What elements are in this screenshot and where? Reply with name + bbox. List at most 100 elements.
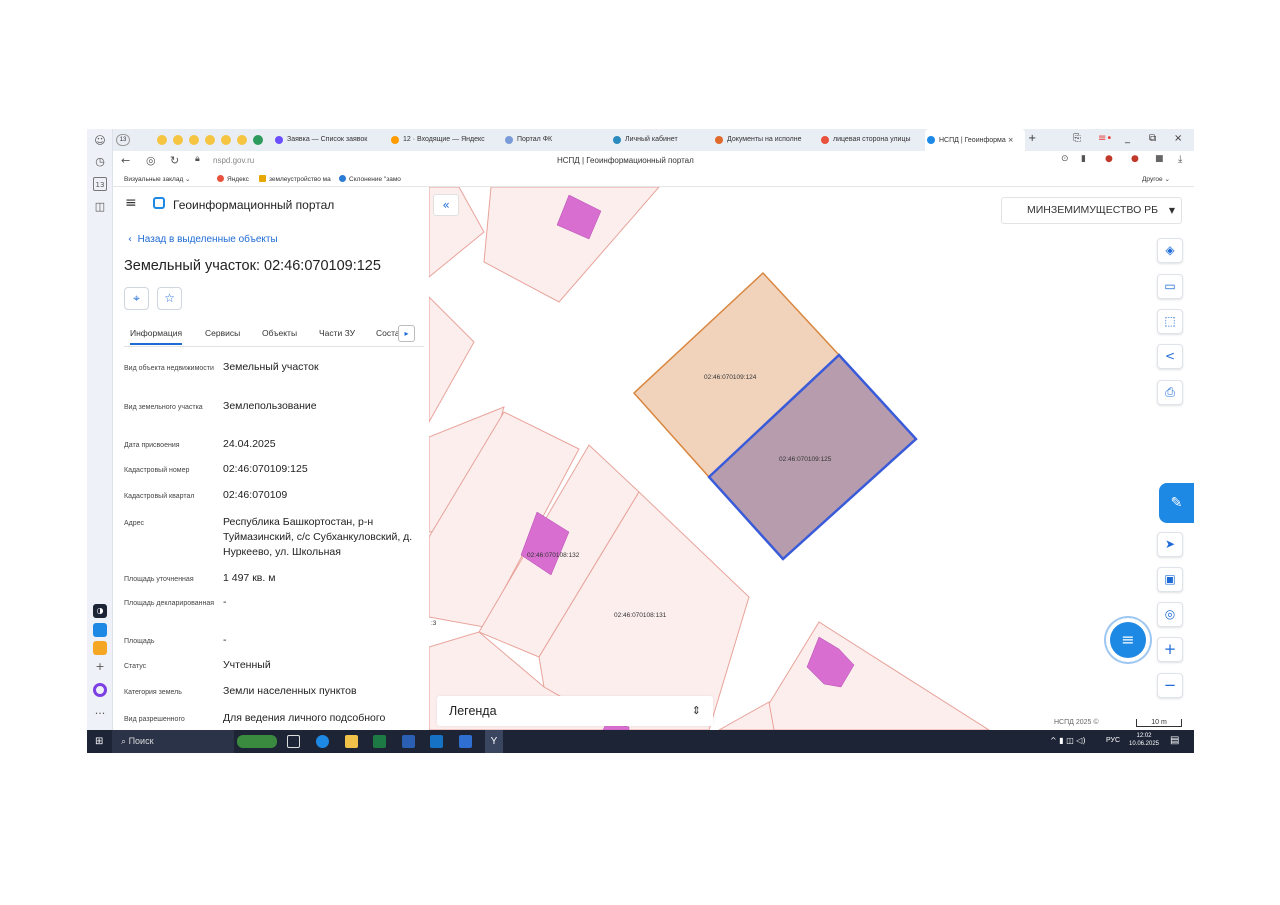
pinned-tab-icon[interactable] [157,135,167,145]
app-icon-2[interactable] [93,623,107,637]
prop-value: - [223,596,227,608]
screen: ☺ ◷ 13 ◫ ◑ + ··· 13 Заявка — Список заяв… [87,129,1194,753]
edge-icon[interactable] [316,735,329,748]
explorer-icon[interactable] [345,735,358,748]
select-area-icon[interactable]: ⬚ [1157,309,1183,334]
parcel-background[interactable] [758,621,990,730]
tab-1[interactable]: Заявка — Список заявок [273,129,383,151]
keyboard-language[interactable]: РУС [1106,737,1120,744]
tray-icons[interactable]: ^ ▮ ◫ ◁) [1050,736,1086,745]
tab-services[interactable]: Сервисы [205,328,240,338]
bookmark-item[interactable]: Яндекс [217,175,249,183]
translate-icon[interactable]: ⊙ [1061,154,1069,164]
favorite-star-button[interactable]: ☆ [157,287,182,310]
alice-icon[interactable]: ☺ [93,134,107,148]
outlook-icon[interactable] [430,735,443,748]
tab-2[interactable]: 12 · Входящие — Яндекс [389,129,489,151]
taskbar-search[interactable]: ⌕ Поиск [112,730,234,753]
app-icon[interactable] [459,735,472,748]
navigate-icon[interactable]: ➤ [1157,532,1183,557]
chat-assistant-icon[interactable]: ≡ [1110,622,1146,658]
add-icon[interactable]: + [93,660,107,674]
parcel-label-124: 02:46:070109:124 [704,374,757,381]
geolocation-icon[interactable]: ◎ [1157,602,1183,627]
calendar-icon[interactable]: 13 [93,177,107,191]
back-link[interactable]: ‹ Назад в выделенные объекты [128,234,278,245]
zoom-in-icon[interactable]: + [1157,637,1183,662]
alice-round-icon[interactable] [93,683,107,697]
bookmark-icon[interactable]: ▮ [1081,154,1086,164]
prop-value: 1 497 кв. м [223,572,276,584]
portal-title[interactable]: Геоинформационный портал [173,198,334,212]
minimap-icon[interactable]: ▣ [1157,567,1183,592]
url-field[interactable]: nspd.gov.ru [213,156,254,165]
shield-icon[interactable]: ◎ [146,154,156,167]
zoom-out-icon[interactable]: − [1157,673,1183,698]
pinned-tab-icon[interactable] [221,135,231,145]
taskbar-clock[interactable]: 12:02 10.06.2025 [1124,732,1164,748]
layers-icon[interactable]: ◈ [1157,238,1183,263]
collapse-panel-icon[interactable]: « [433,194,459,216]
bookmark-item[interactable]: Визуальные заклад ⌄ [124,175,191,183]
panel-icon[interactable]: ◫ [93,200,107,214]
tab-4[interactable]: Личный кабинет [611,129,711,151]
tab-6[interactable]: лицевая сторона улицы [819,129,923,151]
cadastral-map[interactable]: 02:46:070109:124 02:46:070109:125 02:46:… [429,187,1194,730]
tab-count-badge[interactable]: 13 [116,134,130,146]
share-icon[interactable]: < [1157,344,1183,369]
layer-select[interactable]: МИНЗЕМИМУЩЕСТВО РБ ▼ [1001,197,1182,224]
restore-icon[interactable]: ⧉ [1149,133,1156,144]
extension-icon[interactable]: ■ [1155,154,1164,164]
side-tool-icon[interactable]: ✎ [1159,483,1194,523]
tab-active[interactable]: НСПД | Геоинформа × [925,129,1025,151]
print-icon[interactable]: ⎙ [1157,380,1183,405]
minimize-icon[interactable]: _ [1125,133,1130,144]
legend-toggle[interactable]: Легенда ⇕ [437,696,713,726]
notifications-icon[interactable]: ≡• [1098,133,1112,144]
tab-information[interactable]: Информация [130,328,183,345]
tabs-scroll-right-icon[interactable]: ▸ [398,325,415,342]
download-icon[interactable]: ⤓ [1178,154,1182,165]
back-arrow-icon[interactable]: ← [121,154,130,167]
pinned-tab-icon[interactable] [205,135,215,145]
tab-composition[interactable]: Состав [376,328,398,338]
locate-on-map-button[interactable]: ⌖ [124,287,149,310]
pinned-tab-icon[interactable] [237,135,247,145]
tab-5[interactable]: Документы на исполне [713,129,818,151]
bookmark-item[interactable]: землеустройство ма [259,175,331,183]
app-icon-3[interactable] [93,641,107,655]
pinned-tab-icon[interactable] [253,135,263,145]
bookmark-item[interactable]: Склонение "замо [339,175,401,183]
prop-label: Дата присвоения [124,442,180,449]
reload-icon[interactable]: ↻ [170,154,179,167]
map-view[interactable]: 02:46:070109:124 02:46:070109:125 02:46:… [429,187,1194,730]
word-icon[interactable] [402,735,415,748]
more-icon[interactable]: ··· [93,707,107,721]
tab-favicon [505,136,513,144]
pinned-tab-icon[interactable] [189,135,199,145]
extension-icon[interactable]: ● [1131,154,1139,164]
tab-3[interactable]: Портал ФК [503,129,593,151]
weather-widget-icon[interactable] [237,735,277,748]
pinned-tab-icon[interactable] [173,135,183,145]
yandex-browser-icon[interactable]: Y [485,730,503,753]
app-icon-1[interactable]: ◑ [93,604,107,618]
task-view-icon[interactable] [287,735,300,748]
history-icon[interactable]: ◷ [93,155,107,169]
bookmarks-other[interactable]: Другое ⌄ [1142,175,1170,183]
parcel-background[interactable] [429,296,475,424]
extension-icon[interactable]: ● [1105,154,1113,164]
parcel-background[interactable] [717,701,775,730]
prop-value: Землепользование [223,400,317,412]
collections-icon[interactable]: ⎘ [1073,133,1081,144]
new-tab-icon[interactable]: + [1028,133,1036,144]
windows-start-icon[interactable]: ⊞ [95,736,106,747]
close-tab-icon[interactable]: × [1008,136,1014,144]
tab-objects[interactable]: Объекты [262,328,297,338]
menu-icon[interactable]: ≡ [125,195,137,211]
notification-center-icon[interactable]: ▤ [1170,735,1179,746]
tab-parts[interactable]: Части ЗУ [319,328,355,338]
close-window-icon[interactable]: × [1174,133,1182,144]
ruler-icon[interactable]: ▭ [1157,274,1183,299]
excel-icon[interactable] [373,735,386,748]
